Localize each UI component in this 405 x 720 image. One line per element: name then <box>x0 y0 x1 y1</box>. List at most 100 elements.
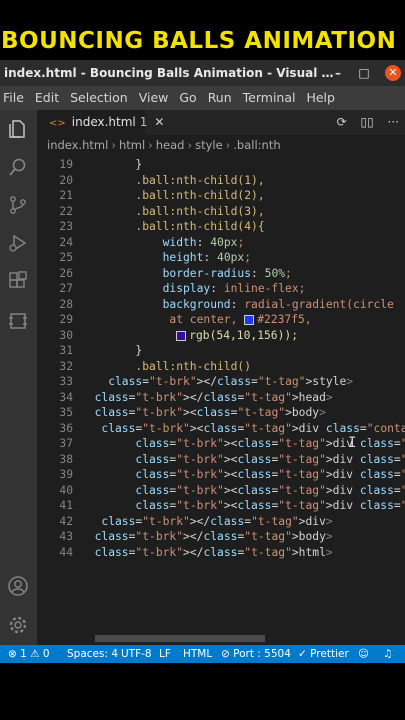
menu-selection[interactable]: Selection <box>67 90 131 105</box>
code-line[interactable]: 30 rgb(54,10,156)); <box>37 328 405 344</box>
menu-file[interactable]: File <box>0 90 27 105</box>
code-text: .ball:nth-child(4){ <box>135 220 265 233</box>
line-number: 42 <box>59 514 73 528</box>
explorer-icon[interactable] <box>7 118 29 140</box>
indentation-status[interactable]: Spaces: 4 <box>67 645 118 663</box>
code-line[interactable]: 35 class="t-brk"><class="t-tag">body> <box>37 405 405 421</box>
breadcrumb-html[interactable]: html <box>119 138 145 152</box>
menu-run[interactable]: Run <box>205 90 235 105</box>
code-line[interactable]: 29 at center, #2237f5, <box>37 312 405 328</box>
line-number: 30 <box>59 328 73 342</box>
prettier-status[interactable]: ✓ Prettier <box>298 645 349 663</box>
chevron-right-icon: › <box>148 138 153 152</box>
line-number: 23 <box>59 220 73 233</box>
code-editor[interactable]: 19} 20 .ball:nth-child(1), 21 .ball:nth-chil… <box>37 155 405 645</box>
code-text: rgb(54,10,156)); <box>176 328 298 344</box>
open-changes-icon[interactable]: ⟳ <box>337 115 347 129</box>
code-line[interactable]: 39 class="t-brk"><class="t-tag">div class… <box>37 467 405 483</box>
menu-terminal[interactable]: Terminal <box>240 90 299 105</box>
live-server-port[interactable]: ⊘ Port : 5504 <box>221 645 291 663</box>
close-window-button[interactable]: ✕ <box>385 65 401 81</box>
account-icon[interactable] <box>7 575 29 597</box>
code-line[interactable]: 25 height: 40px; <box>37 250 405 266</box>
breadcrumb-file[interactable]: index.html <box>47 138 108 152</box>
problems-indicator[interactable]: ⊗ 1 ⚠ 0 <box>8 645 50 663</box>
code-line[interactable]: 20 .ball:nth-child(1), <box>37 173 405 189</box>
line-number: 35 <box>59 406 73 419</box>
code-line[interactable]: 27 display: inline-flex; <box>37 281 405 297</box>
line-number: 34 <box>59 390 73 404</box>
window-titlebar: index.html - Bouncing Balls Animation - … <box>0 60 405 86</box>
search-icon[interactable] <box>7 156 29 178</box>
code-line[interactable]: 34 class="t-brk"></class="t-tag">head> <box>37 390 405 406</box>
code-text: class="t-brk"><class="t-tag">div class="… <box>135 468 405 481</box>
menu-go[interactable]: Go <box>176 90 199 105</box>
code-line[interactable]: 44 class="t-brk"></class="t-tag">html> <box>37 545 405 561</box>
code-text: display: inline-flex; <box>162 282 306 295</box>
tab-problem-count: 1 <box>139 115 148 129</box>
tab-index-html[interactable]: <> index.html 1 ✕ <box>37 110 164 135</box>
tab-close-icon[interactable]: ✕ <box>154 115 164 129</box>
split-editor-icon[interactable]: ▯▯ <box>361 115 374 129</box>
code-line[interactable]: 26 border-radius: 50%; <box>37 266 405 282</box>
run-debug-icon[interactable] <box>7 232 29 254</box>
breadcrumb-head[interactable]: head <box>156 138 185 152</box>
notifications-bell-icon[interactable]: ♫ <box>383 645 392 663</box>
more-actions-icon[interactable]: ··· <box>388 115 399 129</box>
code-line[interactable]: 43 class="t-brk"></class="t-tag">body> <box>37 529 405 545</box>
code-text: class="t-brk"><class="t-tag">body> <box>94 406 326 419</box>
horizontal-scrollbar[interactable] <box>95 635 265 642</box>
maximize-button[interactable]: □ <box>354 60 374 86</box>
code-line[interactable]: 32 .ball:nth-child() <box>37 359 405 375</box>
code-text: at center, #2237f5, <box>169 313 312 326</box>
chevron-right-icon: › <box>111 138 116 152</box>
menu-help[interactable]: Help <box>303 90 338 105</box>
line-number: 25 <box>59 251 73 264</box>
eol-status[interactable]: LF <box>159 645 171 663</box>
color-swatch[interactable] <box>176 330 187 341</box>
code-text: background: radial-gradient(circle <box>162 297 394 311</box>
code-line[interactable]: 21 .ball:nth-child(2), <box>37 188 405 204</box>
code-line[interactable]: 28 background: radial-gradient(circle <box>37 297 405 313</box>
line-number: 39 <box>59 468 73 481</box>
code-text: class="t-brk"></class="t-tag">div> <box>101 514 333 528</box>
chevron-right-icon: › <box>225 138 231 152</box>
code-line[interactable]: 23 .ball:nth-child(4){ <box>37 219 405 235</box>
language-status[interactable]: HTML <box>183 645 212 663</box>
feedback-icon[interactable]: ☺ <box>358 645 369 663</box>
code-text: class="t-brk"><class="t-tag">div class="… <box>135 499 405 512</box>
menu-bar: File Edit Selection View Go Run Terminal… <box>0 86 405 110</box>
line-number: 28 <box>59 297 73 311</box>
breadcrumb-selector[interactable]: .ball:nth <box>233 138 280 152</box>
window-title: index.html - Bouncing Balls Animation - … <box>4 66 334 80</box>
line-number: 38 <box>59 452 73 466</box>
line-number: 24 <box>59 235 73 249</box>
code-line[interactable]: 31} <box>37 343 405 359</box>
remote-icon[interactable] <box>7 310 29 332</box>
code-line[interactable]: 19} <box>37 157 405 173</box>
status-bar: ⊗ 1 ⚠ 0 Spaces: 4 UTF-8 LF HTML ⊘ Port :… <box>0 645 405 663</box>
menu-edit[interactable]: Edit <box>32 90 62 105</box>
code-line[interactable]: 36 class="t-brk"><class="t-tag">div class… <box>37 421 405 437</box>
code-line[interactable]: 33 class="t-brk"></class="t-tag">style> <box>37 374 405 390</box>
code-line[interactable]: 24 width: 40px; <box>37 235 405 251</box>
code-text: class="t-brk"></class="t-tag">head> <box>94 390 333 404</box>
code-line[interactable]: 42 class="t-brk"></class="t-tag">div> <box>37 514 405 530</box>
encoding-status[interactable]: UTF-8 <box>121 645 152 663</box>
code-text: height: 40px; <box>162 251 252 264</box>
code-line[interactable]: 38 class="t-brk"><class="t-tag">div class… <box>37 452 405 468</box>
code-text: .ball:nth-child(1), <box>135 173 265 187</box>
extensions-icon[interactable] <box>7 270 29 292</box>
source-control-icon[interactable] <box>7 194 29 216</box>
code-line[interactable]: 40 class="t-brk"><class="t-tag">div class… <box>37 483 405 499</box>
minimize-button[interactable]: – <box>328 60 348 86</box>
chevron-right-icon: › <box>187 138 193 152</box>
breadcrumb-style[interactable]: style <box>195 138 223 152</box>
code-line[interactable]: 22 .ball:nth-child(3), <box>37 204 405 220</box>
menu-view[interactable]: View <box>136 90 172 105</box>
color-swatch[interactable] <box>244 315 255 325</box>
settings-gear-icon[interactable] <box>7 614 29 636</box>
tab-bar: <> index.html 1 ✕ ⟳ ▯▯ ··· <box>37 110 405 135</box>
code-text: .ball:nth-child(2), <box>135 189 265 202</box>
code-line[interactable]: 41 class="t-brk"><class="t-tag">div class… <box>37 498 405 514</box>
